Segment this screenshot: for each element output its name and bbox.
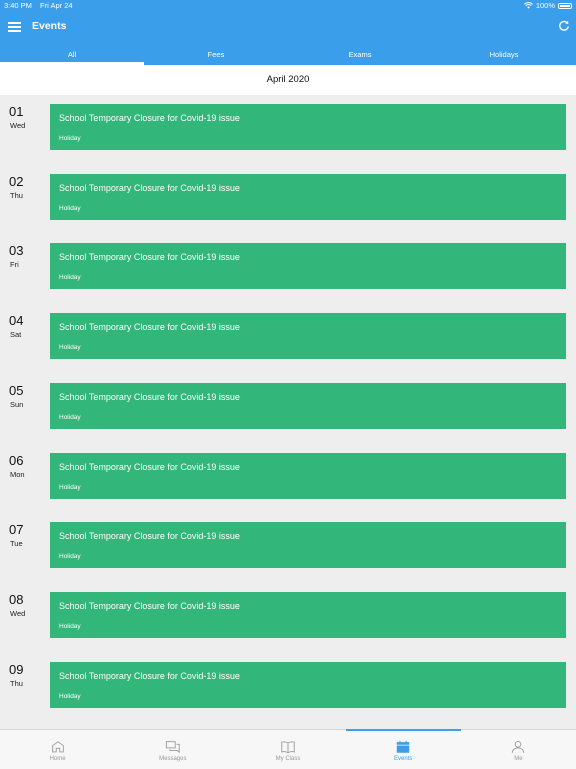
event-card[interactable]: School Temporary Closure for Covid-19 is… [50,591,566,638]
battery-percentage: 100% [535,1,555,10]
event-type: Holiday [59,413,81,421]
refresh-icon[interactable] [558,20,570,32]
bottom-tab-messages[interactable]: Messages [115,730,230,769]
bottom-tab-label: Home [49,756,66,762]
event-card[interactable]: School Temporary Closure for Covid-19 is… [50,522,566,569]
bottom-tab-me[interactable]: Me [461,730,576,769]
event-type: Holiday [59,344,81,352]
bottom-tab-my-class[interactable]: My Class [230,730,345,769]
event-card[interactable]: School Temporary Closure for Covid-19 is… [50,173,566,220]
event-day: 03 [9,243,24,259]
page-title: Events [32,20,67,32]
event-row: 01 Wed School Temporary Closure for Covid-… [0,95,576,165]
messages-icon [165,741,180,754]
event-type: Holiday [59,274,81,282]
event-type: Holiday [59,204,81,212]
month-header: April 2020 [0,65,576,95]
event-day: 04 [9,313,24,329]
event-weekday: Thu [10,678,23,688]
event-row: 07 Tue School Temporary Closure for Covid-… [0,513,576,583]
event-row: 03 Fri School Temporary Closure for Covid-… [0,234,576,304]
event-day: 01 [9,104,24,119]
event-card[interactable]: School Temporary Closure for Covid-19 is… [50,104,566,150]
event-row: 08 Wed School Temporary Closure for Covid-… [0,583,576,653]
status-time: 3:40 PM [4,1,32,10]
event-weekday: Sun [10,399,24,409]
event-type: Holiday [59,553,81,561]
wifi-icon [523,2,533,9]
event-day: 02 [9,173,24,189]
event-title: School Temporary Closure for Covid-19 is… [59,182,240,193]
event-card[interactable]: School Temporary Closure for Covid-19 is… [50,452,566,499]
event-row: 09 Thu School Temporary Closure for Covid-… [0,653,576,723]
event-row: 02 Thu School Temporary Closure for Covid-… [0,165,576,235]
event-title: School Temporary Closure for Covid-19 is… [59,670,240,681]
event-weekday: Tue [10,539,23,549]
events-list: 01 Wed School Temporary Closure for Covid-… [0,95,576,730]
event-type: Holiday [59,135,81,142]
event-title: School Temporary Closure for Covid-19 is… [59,252,240,263]
event-day: 06 [9,452,24,468]
home-icon [51,741,64,753]
event-type: Holiday [59,692,81,700]
event-type: Holiday [59,483,81,491]
event-title: School Temporary Closure for Covid-19 is… [59,391,240,402]
tab-all[interactable]: All [0,42,144,65]
event-card[interactable]: School Temporary Closure for Covid-19 is… [50,313,566,360]
bottom-tab-home[interactable]: Home [0,730,115,769]
menu-icon[interactable] [8,22,21,32]
event-title: School Temporary Closure for Covid-19 is… [59,322,240,333]
person-icon [512,741,525,753]
tab-holidays[interactable]: Holidays [432,42,576,65]
status-date: Fri Apr 24 [40,1,73,10]
bottom-tab-events[interactable]: Events [345,729,462,769]
event-weekday: Sat [10,330,22,340]
event-weekday: Fri [10,260,19,270]
event-title: School Temporary Closure for Covid-19 is… [59,461,240,472]
tab-fees[interactable]: Fees [144,42,288,65]
bottom-tab-label: My Class [275,756,301,762]
event-type: Holiday [59,622,81,630]
event-card[interactable]: School Temporary Closure for Covid-19 is… [50,243,566,290]
event-title: School Temporary Closure for Covid-19 is… [59,531,240,542]
event-day: 07 [9,522,24,538]
event-title: School Temporary Closure for Covid-19 is… [59,600,240,611]
event-card[interactable]: School Temporary Closure for Covid-19 is… [50,661,566,708]
event-day: 09 [9,661,24,677]
bottom-tab-label: Me [514,756,523,762]
event-weekday: Wed [10,608,26,618]
nav-bar: Events [0,12,576,42]
status-bar: 3:40 PM Fri Apr 24 100% [0,0,576,12]
tab-exams[interactable]: Exams [288,42,432,65]
event-title: School Temporary Closure for Covid-19 is… [59,113,240,123]
event-row: 06 Mon School Temporary Closure for Covid-… [0,444,576,514]
bottom-tab-label: Events [394,756,413,762]
calendar-icon [396,740,410,753]
battery-icon [558,2,572,9]
event-card[interactable]: School Temporary Closure for Covid-19 is… [50,382,566,429]
filter-tabs: All Fees Exams Holidays [0,42,576,65]
event-day: 08 [9,591,24,607]
event-weekday: Thu [10,190,23,200]
event-weekday: Wed [10,121,26,130]
bottom-tab-label: Messages [159,756,187,762]
bottom-tab-bar: Home Messages My Class Events Me [0,729,576,769]
event-row: 05 Sun School Temporary Closure for Covid-… [0,374,576,444]
book-icon [281,741,295,754]
event-row: 04 Sat School Temporary Closure for Covid-… [0,304,576,374]
event-weekday: Mon [10,469,25,479]
event-day: 05 [9,382,24,398]
